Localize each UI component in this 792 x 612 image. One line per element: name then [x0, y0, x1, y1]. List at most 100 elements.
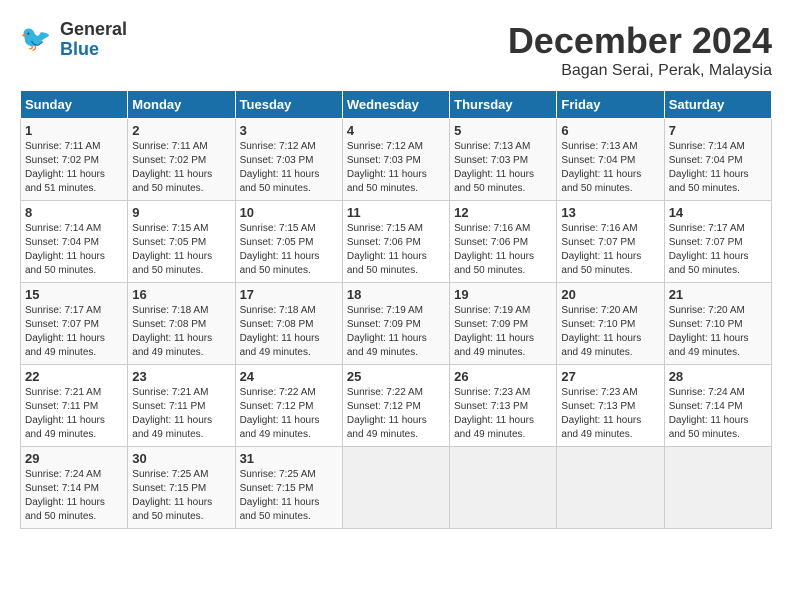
day-number: 13 [561, 205, 659, 220]
day-cell: 7 Sunrise: 7:14 AM Sunset: 7:04 PM Dayli… [664, 119, 771, 201]
day-info: Sunrise: 7:12 AM Sunset: 7:03 PM Dayligh… [347, 140, 445, 196]
column-header-thursday: Thursday [450, 91, 557, 119]
day-cell: 1 Sunrise: 7:11 AM Sunset: 7:02 PM Dayli… [21, 119, 128, 201]
day-info: Sunrise: 7:14 AM Sunset: 7:04 PM Dayligh… [25, 222, 123, 278]
day-cell: 8 Sunrise: 7:14 AM Sunset: 7:04 PM Dayli… [21, 201, 128, 283]
day-cell: 10 Sunrise: 7:15 AM Sunset: 7:05 PM Dayl… [235, 201, 342, 283]
title-section: December 2024 Bagan Serai, Perak, Malays… [508, 20, 772, 80]
day-info: Sunrise: 7:12 AM Sunset: 7:03 PM Dayligh… [240, 140, 338, 196]
day-number: 5 [454, 123, 552, 138]
day-info: Sunrise: 7:22 AM Sunset: 7:12 PM Dayligh… [240, 386, 338, 442]
day-cell: 12 Sunrise: 7:16 AM Sunset: 7:06 PM Dayl… [450, 201, 557, 283]
day-cell: 28 Sunrise: 7:24 AM Sunset: 7:14 PM Dayl… [664, 365, 771, 447]
day-cell: 3 Sunrise: 7:12 AM Sunset: 7:03 PM Dayli… [235, 119, 342, 201]
day-cell: 4 Sunrise: 7:12 AM Sunset: 7:03 PM Dayli… [342, 119, 449, 201]
day-cell: 16 Sunrise: 7:18 AM Sunset: 7:08 PM Dayl… [128, 283, 235, 365]
logo-text: General Blue [60, 20, 127, 60]
location: Bagan Serai, Perak, Malaysia [508, 62, 772, 80]
day-number: 17 [240, 287, 338, 302]
day-cell: 24 Sunrise: 7:22 AM Sunset: 7:12 PM Dayl… [235, 365, 342, 447]
day-cell [664, 447, 771, 529]
day-info: Sunrise: 7:15 AM Sunset: 7:05 PM Dayligh… [132, 222, 230, 278]
day-number: 22 [25, 369, 123, 384]
day-info: Sunrise: 7:21 AM Sunset: 7:11 PM Dayligh… [132, 386, 230, 442]
week-row-4: 22 Sunrise: 7:21 AM Sunset: 7:11 PM Dayl… [21, 365, 772, 447]
day-cell: 5 Sunrise: 7:13 AM Sunset: 7:03 PM Dayli… [450, 119, 557, 201]
week-row-3: 15 Sunrise: 7:17 AM Sunset: 7:07 PM Dayl… [21, 283, 772, 365]
day-cell [450, 447, 557, 529]
week-row-5: 29 Sunrise: 7:24 AM Sunset: 7:14 PM Dayl… [21, 447, 772, 529]
day-number: 9 [132, 205, 230, 220]
day-number: 11 [347, 205, 445, 220]
calendar-table: SundayMondayTuesdayWednesdayThursdayFrid… [20, 90, 772, 529]
day-cell: 30 Sunrise: 7:25 AM Sunset: 7:15 PM Dayl… [128, 447, 235, 529]
week-row-2: 8 Sunrise: 7:14 AM Sunset: 7:04 PM Dayli… [21, 201, 772, 283]
day-number: 10 [240, 205, 338, 220]
day-number: 16 [132, 287, 230, 302]
day-info: Sunrise: 7:24 AM Sunset: 7:14 PM Dayligh… [25, 468, 123, 524]
logo: 🐦 General Blue [20, 20, 127, 60]
day-info: Sunrise: 7:21 AM Sunset: 7:11 PM Dayligh… [25, 386, 123, 442]
day-number: 26 [454, 369, 552, 384]
column-header-tuesday: Tuesday [235, 91, 342, 119]
day-info: Sunrise: 7:18 AM Sunset: 7:08 PM Dayligh… [132, 304, 230, 360]
day-cell: 25 Sunrise: 7:22 AM Sunset: 7:12 PM Dayl… [342, 365, 449, 447]
day-info: Sunrise: 7:25 AM Sunset: 7:15 PM Dayligh… [132, 468, 230, 524]
day-number: 20 [561, 287, 659, 302]
day-cell [557, 447, 664, 529]
day-cell: 21 Sunrise: 7:20 AM Sunset: 7:10 PM Dayl… [664, 283, 771, 365]
day-info: Sunrise: 7:17 AM Sunset: 7:07 PM Dayligh… [669, 222, 767, 278]
day-info: Sunrise: 7:11 AM Sunset: 7:02 PM Dayligh… [25, 140, 123, 196]
day-info: Sunrise: 7:18 AM Sunset: 7:08 PM Dayligh… [240, 304, 338, 360]
day-number: 8 [25, 205, 123, 220]
day-number: 23 [132, 369, 230, 384]
day-cell: 11 Sunrise: 7:15 AM Sunset: 7:06 PM Dayl… [342, 201, 449, 283]
day-info: Sunrise: 7:15 AM Sunset: 7:05 PM Dayligh… [240, 222, 338, 278]
day-info: Sunrise: 7:13 AM Sunset: 7:04 PM Dayligh… [561, 140, 659, 196]
day-cell: 29 Sunrise: 7:24 AM Sunset: 7:14 PM Dayl… [21, 447, 128, 529]
day-info: Sunrise: 7:17 AM Sunset: 7:07 PM Dayligh… [25, 304, 123, 360]
day-info: Sunrise: 7:11 AM Sunset: 7:02 PM Dayligh… [132, 140, 230, 196]
day-number: 12 [454, 205, 552, 220]
day-cell: 15 Sunrise: 7:17 AM Sunset: 7:07 PM Dayl… [21, 283, 128, 365]
day-info: Sunrise: 7:24 AM Sunset: 7:14 PM Dayligh… [669, 386, 767, 442]
column-header-friday: Friday [557, 91, 664, 119]
day-cell: 2 Sunrise: 7:11 AM Sunset: 7:02 PM Dayli… [128, 119, 235, 201]
week-row-1: 1 Sunrise: 7:11 AM Sunset: 7:02 PM Dayli… [21, 119, 772, 201]
day-cell: 26 Sunrise: 7:23 AM Sunset: 7:13 PM Dayl… [450, 365, 557, 447]
logo-icon: 🐦 [20, 22, 56, 58]
day-number: 18 [347, 287, 445, 302]
day-info: Sunrise: 7:14 AM Sunset: 7:04 PM Dayligh… [669, 140, 767, 196]
day-number: 27 [561, 369, 659, 384]
day-number: 24 [240, 369, 338, 384]
day-number: 3 [240, 123, 338, 138]
day-number: 19 [454, 287, 552, 302]
day-cell: 9 Sunrise: 7:15 AM Sunset: 7:05 PM Dayli… [128, 201, 235, 283]
day-info: Sunrise: 7:15 AM Sunset: 7:06 PM Dayligh… [347, 222, 445, 278]
day-info: Sunrise: 7:16 AM Sunset: 7:07 PM Dayligh… [561, 222, 659, 278]
column-header-saturday: Saturday [664, 91, 771, 119]
day-info: Sunrise: 7:19 AM Sunset: 7:09 PM Dayligh… [454, 304, 552, 360]
day-cell: 14 Sunrise: 7:17 AM Sunset: 7:07 PM Dayl… [664, 201, 771, 283]
day-number: 29 [25, 451, 123, 466]
day-number: 28 [669, 369, 767, 384]
day-number: 1 [25, 123, 123, 138]
column-header-wednesday: Wednesday [342, 91, 449, 119]
day-info: Sunrise: 7:23 AM Sunset: 7:13 PM Dayligh… [454, 386, 552, 442]
day-info: Sunrise: 7:23 AM Sunset: 7:13 PM Dayligh… [561, 386, 659, 442]
day-number: 2 [132, 123, 230, 138]
day-number: 25 [347, 369, 445, 384]
day-cell: 13 Sunrise: 7:16 AM Sunset: 7:07 PM Dayl… [557, 201, 664, 283]
day-number: 14 [669, 205, 767, 220]
day-info: Sunrise: 7:13 AM Sunset: 7:03 PM Dayligh… [454, 140, 552, 196]
day-number: 4 [347, 123, 445, 138]
header-row: SundayMondayTuesdayWednesdayThursdayFrid… [21, 91, 772, 119]
day-cell: 22 Sunrise: 7:21 AM Sunset: 7:11 PM Dayl… [21, 365, 128, 447]
day-info: Sunrise: 7:25 AM Sunset: 7:15 PM Dayligh… [240, 468, 338, 524]
day-number: 21 [669, 287, 767, 302]
day-cell: 31 Sunrise: 7:25 AM Sunset: 7:15 PM Dayl… [235, 447, 342, 529]
day-info: Sunrise: 7:16 AM Sunset: 7:06 PM Dayligh… [454, 222, 552, 278]
month-title: December 2024 [508, 20, 772, 62]
day-cell: 20 Sunrise: 7:20 AM Sunset: 7:10 PM Dayl… [557, 283, 664, 365]
day-info: Sunrise: 7:20 AM Sunset: 7:10 PM Dayligh… [561, 304, 659, 360]
